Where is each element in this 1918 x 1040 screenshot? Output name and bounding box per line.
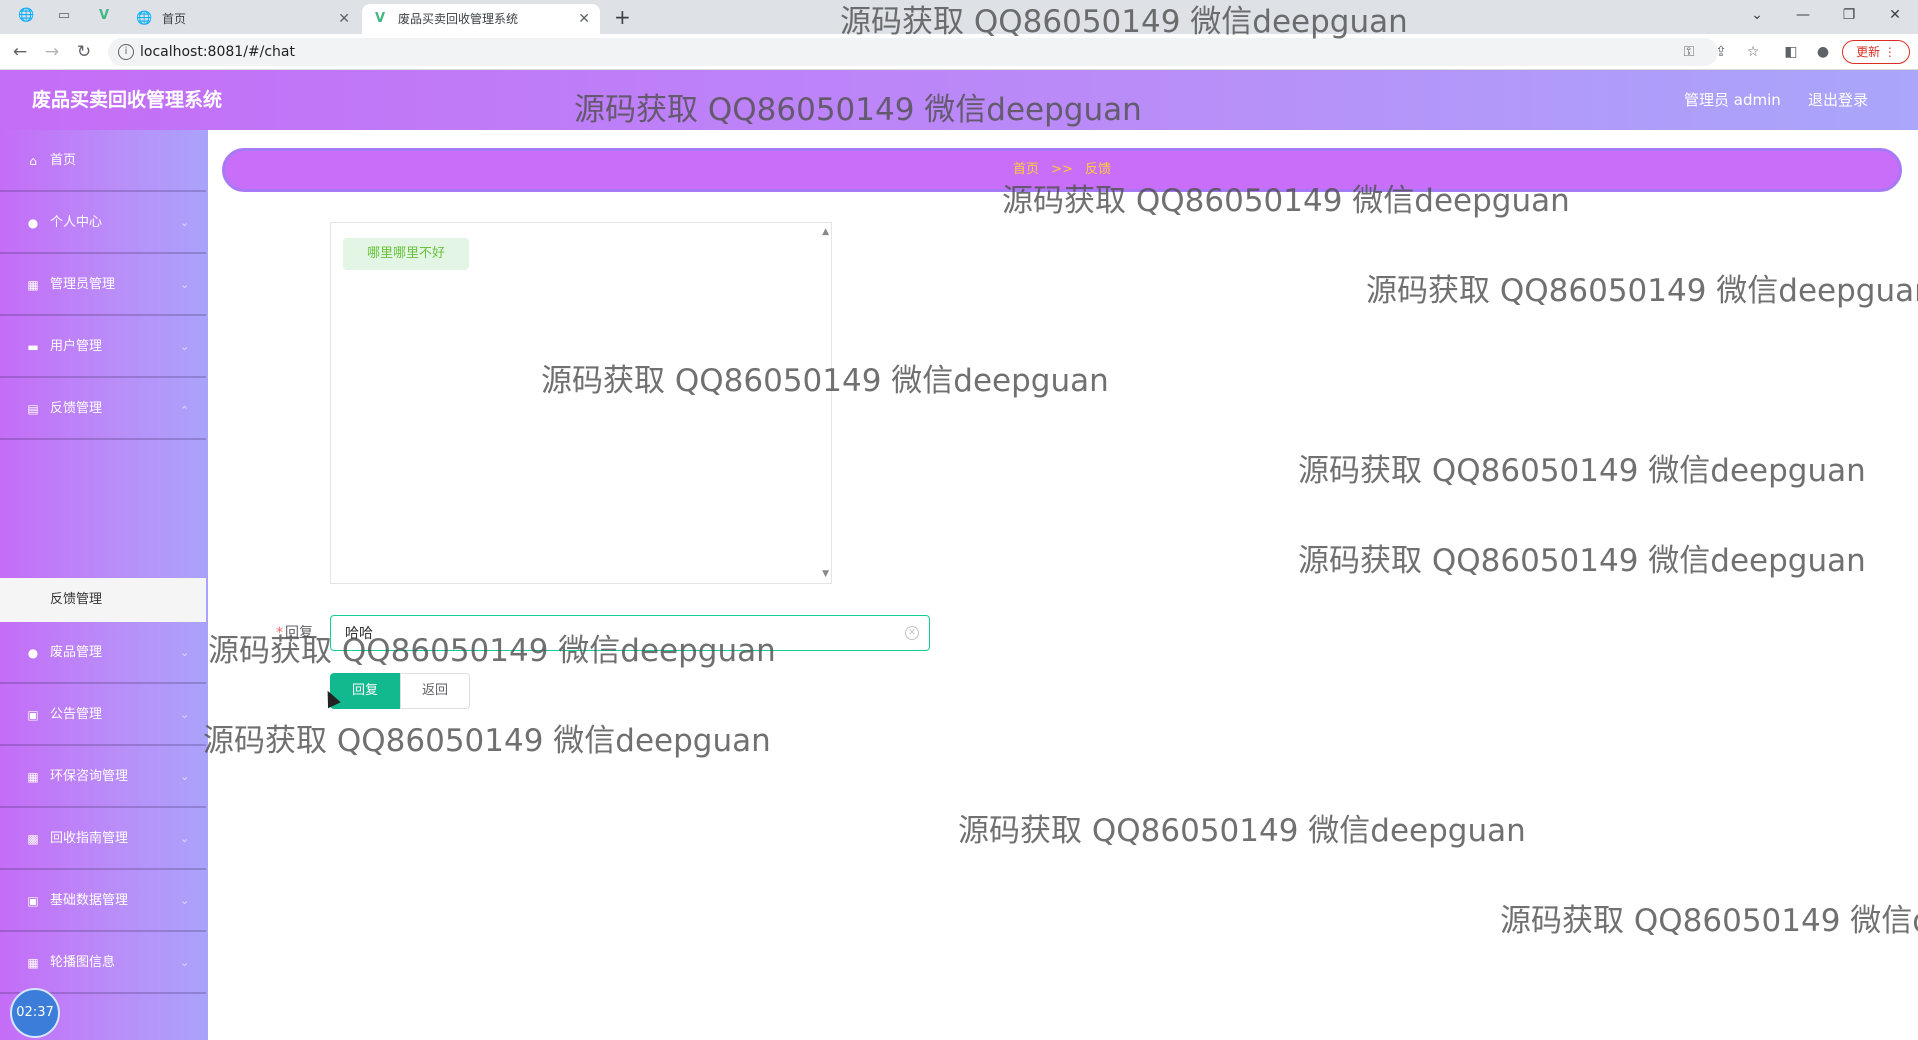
url-field[interactable]: i localhost:8081/#/chat	[108, 38, 1718, 66]
chat-message: 哪里哪里不好	[343, 238, 470, 270]
profile-icon[interactable]: ●	[1814, 43, 1832, 61]
reload-icon[interactable]: ↻	[74, 42, 94, 62]
watermark: 源码获取 QQ86050149 微信deepguan	[1298, 453, 1866, 489]
close-icon[interactable]: ✕	[578, 4, 590, 34]
grid-icon: ▦	[27, 770, 39, 784]
chevron-down-icon[interactable]: ⌄	[1742, 4, 1772, 26]
sidebar-item-label: 首页	[50, 153, 77, 168]
sidebar-item-home[interactable]: ⌂ 首页	[0, 130, 206, 192]
sidebar-item-label: 基础数据管理	[50, 893, 129, 908]
tab-active[interactable]: V 废品买卖回收管理系统 ✕	[362, 4, 600, 34]
update-button[interactable]: 更新 ⋮	[1842, 40, 1910, 64]
clock-badge: 02:37	[10, 988, 60, 1038]
sidebar-panel-icon[interactable]: ◧	[1782, 43, 1800, 61]
watermark: 源码获取 QQ86050149 微信deepguan	[541, 363, 1109, 399]
sidebar-item-carousel[interactable]: ▦ 轮播图信息 ⌄	[0, 932, 206, 994]
sidebar-item-admins[interactable]: ▦ 管理员管理 ⌄	[0, 254, 206, 316]
home-icon: ⌂	[29, 154, 37, 168]
sidebar-item-users[interactable]: ▬ 用户管理 ⌄	[0, 316, 206, 378]
sidebar-item-eco-consult[interactable]: ▦ 环保咨询管理 ⌄	[0, 746, 206, 808]
sidebar-item-waste[interactable]: ● 废品管理 ⌄	[0, 622, 206, 684]
sidebar-item-label: 回收指南管理	[50, 831, 129, 846]
star-icon[interactable]: ☆	[1744, 43, 1762, 61]
clear-icon[interactable]: ✕	[905, 626, 919, 640]
watermark: 源码获取 QQ86050149 微信deepguan	[208, 633, 776, 669]
sidebar-item-label: 轮播图信息	[50, 955, 116, 970]
chevron-down-icon: ⌄	[180, 894, 190, 907]
watermark: 源码获取 QQ86050149 微信deepguan	[840, 4, 1408, 40]
restore-icon[interactable]: ❐	[1834, 4, 1864, 26]
watermark: 源码获取 QQ86050149 微信deepguan	[1366, 273, 1918, 309]
watermark: 源码获取 QQ86050149 微信deepguan	[1500, 903, 1918, 939]
back-button[interactable]: 返回	[400, 673, 470, 709]
sidebar-item-label: 用户管理	[50, 339, 103, 354]
breadcrumb-separator: >>	[1051, 162, 1073, 177]
url-text: localhost:8081/#/chat	[140, 44, 295, 60]
watermark: 源码获取 QQ86050149 微信deepguan	[1002, 183, 1570, 219]
share-icon[interactable]: ⇪	[1712, 43, 1730, 61]
user-icon: ●	[27, 216, 39, 230]
logout-link[interactable]: 退出登录	[1808, 70, 1868, 130]
info-icon[interactable]: i	[118, 44, 134, 60]
sidebar-item-label: 废品管理	[50, 645, 103, 660]
briefcase-icon: ▤	[27, 402, 39, 416]
globe-icon: 🌐	[136, 11, 153, 26]
grid-icon: ▦	[27, 956, 39, 970]
sidebar-item-label: 公告管理	[50, 707, 103, 722]
vue-logo-icon[interactable]: V	[96, 8, 112, 24]
tab-title: 首页	[162, 12, 187, 26]
film-icon: ▩	[27, 832, 39, 846]
update-label: 更新	[1856, 45, 1881, 59]
sidebar-item-notices[interactable]: ▣ 公告管理 ⌄	[0, 684, 206, 746]
key-icon[interactable]: ⚿	[1680, 43, 1698, 61]
chat-icon: ▬	[27, 340, 39, 354]
chevron-down-icon: ⌄	[180, 770, 190, 783]
sidebar-item-label: 环保咨询管理	[50, 769, 129, 784]
current-user: 管理员 admin	[1684, 91, 1781, 109]
sidebar-item-recycle-guide[interactable]: ▩ 回收指南管理 ⌄	[0, 808, 206, 870]
globe-icon[interactable]: 🌐	[18, 8, 34, 24]
back-arrow-icon[interactable]: ←	[10, 42, 30, 62]
tab-home[interactable]: 🌐 首页 ✕	[126, 4, 360, 34]
chevron-down-icon: ⌄	[180, 340, 190, 353]
chevron-down-icon: ⌄	[180, 708, 190, 721]
location-icon: ●	[27, 646, 39, 660]
chat-history[interactable]: 哪里哪里不好 ▲ ▼	[330, 222, 832, 584]
scroll-down-icon[interactable]: ▼	[822, 569, 829, 579]
sidebar-item-label: 管理员管理	[50, 277, 116, 292]
blank-page-icon[interactable]: ▭	[56, 8, 72, 24]
sidebar: ⌂ 首页 ● 个人中心 ⌄ ▦ 管理员管理 ⌄ ▬ 用户管理 ⌄ ▤ 反馈管理 …	[0, 130, 208, 1040]
sidebar-item-feedback[interactable]: ▤ 反馈管理 ⌄	[0, 378, 206, 440]
close-window-icon[interactable]: ✕	[1880, 4, 1910, 26]
minimize-icon[interactable]: —	[1788, 4, 1818, 26]
sidebar-item-label: 反馈管理	[50, 401, 103, 416]
watermark: 源码获取 QQ86050149 微信deepguan	[203, 723, 771, 759]
breadcrumb-home[interactable]: 首页	[1013, 162, 1039, 177]
vue-logo-icon: V	[374, 11, 386, 26]
close-icon[interactable]: ✕	[338, 4, 350, 34]
chevron-down-icon: ⌄	[180, 646, 190, 659]
breadcrumb-current: 反馈	[1085, 162, 1112, 177]
chevron-down-icon: ⌄	[180, 216, 190, 229]
new-tab-button[interactable]: +	[614, 4, 631, 30]
chevron-down-icon: ⌄	[180, 832, 190, 845]
watermark: 源码获取 QQ86050149 微信deepguan	[958, 813, 1526, 849]
sidebar-item-base-data[interactable]: ▣ 基础数据管理 ⌄	[0, 870, 206, 932]
sidebar-item-label: 个人中心	[50, 215, 103, 230]
chevron-up-icon: ⌄	[180, 403, 190, 416]
tab-title: 废品买卖回收管理系统	[398, 12, 519, 26]
reply-button[interactable]: 回复	[330, 673, 400, 709]
clipboard-icon: ▣	[27, 894, 39, 908]
forward-arrow-icon[interactable]: →	[42, 42, 62, 62]
scroll-up-icon[interactable]: ▲	[822, 227, 829, 237]
clipboard-icon: ▣	[27, 708, 39, 722]
submenu-item-feedback[interactable]: 反馈管理	[0, 578, 206, 622]
sidebar-item-profile[interactable]: ● 个人中心 ⌄	[0, 192, 206, 254]
chevron-down-icon: ⌄	[180, 278, 190, 291]
chevron-down-icon: ⌄	[180, 956, 190, 969]
watermark: 源码获取 QQ86050149 微信deepguan	[574, 92, 1142, 128]
grid-icon: ▦	[27, 278, 39, 292]
app-title: 废品买卖回收管理系统	[32, 89, 223, 111]
watermark: 源码获取 QQ86050149 微信deepguan	[1298, 543, 1866, 579]
